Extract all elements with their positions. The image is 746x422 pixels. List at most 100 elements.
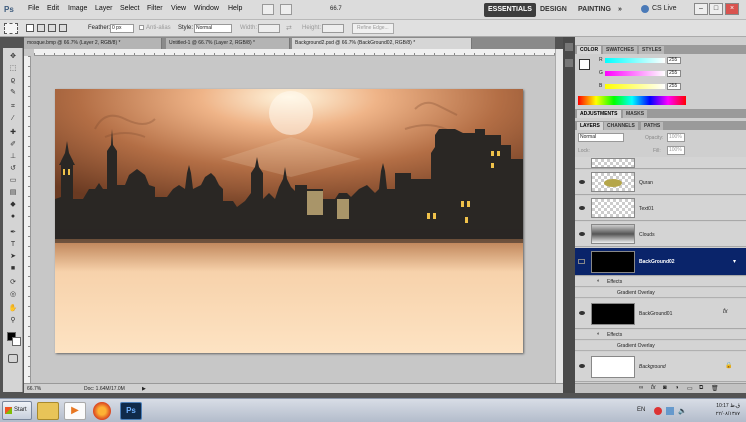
status-zoom[interactable]: 66.7%	[27, 386, 41, 392]
move-tool-icon[interactable]: ✥	[7, 52, 19, 62]
minimize-icon[interactable]: –	[694, 3, 708, 15]
effects-row[interactable]: ◐ Effects	[575, 277, 746, 287]
tab-masks[interactable]: MASKS	[623, 110, 648, 118]
hand-tool-icon[interactable]: ✋	[7, 304, 19, 314]
new-group-icon[interactable]: ▭	[687, 385, 693, 392]
height-input[interactable]	[322, 24, 344, 33]
quick-select-tool-icon[interactable]: ✎	[7, 88, 19, 98]
eye-icon[interactable]	[579, 206, 585, 210]
quick-mask-icon[interactable]	[8, 354, 18, 363]
layer-row-quran[interactable]: Quran	[575, 170, 746, 195]
tab-background2[interactable]: Background2.psd @ 66.7% (BackGround02, R…	[292, 38, 472, 49]
panel-icon[interactable]	[565, 43, 573, 51]
3d-orbit-tool-icon[interactable]: ◎	[7, 290, 19, 300]
delete-layer-icon[interactable]: 🗑	[711, 385, 719, 392]
add-style-icon[interactable]: fx	[651, 385, 656, 391]
workspace-more[interactable]: »	[614, 3, 626, 17]
menu-select[interactable]: Select	[120, 5, 139, 12]
tab-channels[interactable]: CHANNELS	[604, 122, 638, 130]
bridge-icon[interactable]	[262, 4, 274, 15]
refine-edge-button[interactable]: Refine Edge...	[352, 23, 394, 34]
r-value[interactable]: 255	[667, 57, 681, 64]
tab-swatches[interactable]: SWATCHES	[603, 46, 637, 54]
workspace-essentials[interactable]: ESSENTIALS	[484, 3, 536, 17]
gradient-overlay-row[interactable]: Gradient Overlay	[575, 341, 746, 351]
panel-icon[interactable]	[565, 59, 573, 67]
eye-icon[interactable]	[579, 180, 585, 184]
zoom-tool-icon[interactable]: ⚲	[7, 316, 19, 326]
eraser-tool-icon[interactable]: ▭	[7, 176, 19, 186]
width-input[interactable]	[258, 24, 280, 33]
effects-row[interactable]: ◐ Effects	[575, 330, 746, 340]
antialias-checkbox[interactable]	[139, 25, 144, 30]
fx-icon[interactable]: fx	[723, 309, 728, 315]
vertical-ruler[interactable]	[24, 56, 31, 383]
tray-volume-icon[interactable]: 🔈	[678, 407, 687, 415]
gradient-overlay-row[interactable]: Gradient Overlay	[575, 288, 746, 298]
shape-tool-icon[interactable]: ■	[7, 264, 19, 274]
workspace-design[interactable]: DESIGN	[536, 3, 571, 17]
swap-dimensions-icon[interactable]: ⇄	[286, 24, 292, 32]
add-selection-icon[interactable]	[37, 24, 45, 32]
3d-rotate-tool-icon[interactable]: ⟳	[7, 278, 19, 288]
photoshop-taskbar-icon[interactable]: Ps	[120, 402, 142, 420]
minibridge-icon[interactable]	[280, 4, 292, 15]
effects-fx-icon[interactable]: ▾	[733, 258, 736, 265]
tab-adjustments[interactable]: ADJUSTMENTS	[577, 110, 621, 118]
opacity-input[interactable]: 100%	[667, 133, 685, 142]
marquee-tool-icon[interactable]: ⬚	[7, 64, 19, 74]
g-value[interactable]: 255	[667, 70, 681, 77]
layer-row-background01[interactable]: BackGround01 fx	[575, 299, 746, 329]
horizontal-ruler[interactable]	[34, 49, 555, 56]
add-mask-icon[interactable]: ◙	[663, 385, 667, 391]
blur-tool-icon[interactable]: ◆	[7, 200, 19, 210]
menu-view[interactable]: View	[171, 5, 186, 12]
color-ramp[interactable]	[578, 96, 686, 105]
menu-help[interactable]: Help	[228, 5, 242, 12]
workspace-painting[interactable]: PAINTING	[574, 3, 615, 17]
eyedropper-tool-icon[interactable]: ⁄	[7, 114, 19, 124]
gradient-tool-icon[interactable]: ▤	[7, 188, 19, 198]
tab-mosque[interactable]: mosque.bmp @ 66.7% (Layer 2, RGB/8) *	[24, 38, 162, 49]
link-layers-icon[interactable]: ∞	[639, 385, 643, 391]
feather-input[interactable]: 0 px	[110, 24, 134, 33]
language-indicator[interactable]: EN	[637, 407, 645, 413]
eye-hidden-icon[interactable]	[578, 259, 585, 264]
r-slider[interactable]	[605, 58, 665, 63]
menu-edit[interactable]: Edit	[47, 5, 59, 12]
new-selection-icon[interactable]	[26, 24, 34, 32]
intersect-selection-icon[interactable]	[59, 24, 67, 32]
stamp-tool-icon[interactable]: ⊥	[7, 152, 19, 162]
new-layer-icon[interactable]: ⧉	[699, 385, 703, 392]
tray-clock[interactable]: 10:17 ق.ظ ۲۲/۰۸/۱۳۸۷	[716, 402, 740, 418]
start-button[interactable]: Start	[2, 401, 32, 420]
fill-input[interactable]: 100%	[667, 146, 685, 155]
menu-window[interactable]: Window	[194, 5, 219, 12]
b-slider[interactable]	[605, 84, 665, 89]
menu-layer[interactable]: Layer	[95, 5, 113, 12]
menu-image[interactable]: Image	[68, 5, 87, 12]
status-menu-arrow-icon[interactable]: ▶	[142, 386, 146, 392]
history-brush-icon[interactable]: ↺	[7, 164, 19, 174]
b-value[interactable]: 255	[667, 83, 681, 90]
tab-color[interactable]: COLOR	[577, 46, 602, 54]
pen-tool-icon[interactable]: ✒	[7, 228, 19, 238]
layer-row-clouds[interactable]: Clouds	[575, 222, 746, 247]
healing-tool-icon[interactable]: ✚	[7, 128, 19, 138]
layer-row[interactable]	[575, 157, 746, 169]
lasso-tool-icon[interactable]: ϱ	[7, 76, 19, 86]
eye-icon[interactable]	[579, 364, 585, 368]
zoom-level-box[interactable]: 66.7	[330, 6, 342, 12]
subtract-selection-icon[interactable]	[48, 24, 56, 32]
eye-icon[interactable]	[579, 311, 585, 315]
layer-row-background02[interactable]: BackGround02 ▾	[575, 248, 746, 276]
cs-live-button[interactable]: CS Live	[652, 5, 677, 12]
adjustment-layer-icon[interactable]: ◑	[675, 385, 679, 391]
close-icon[interactable]: ×	[725, 3, 739, 15]
menu-filter[interactable]: Filter	[147, 5, 163, 12]
path-select-tool-icon[interactable]: ➤	[7, 252, 19, 262]
tab-styles[interactable]: STYLES	[639, 46, 665, 54]
marquee-tool-preset-icon[interactable]	[4, 23, 18, 34]
vertical-scrollbar[interactable]	[555, 49, 563, 383]
blend-mode-select[interactable]: Normal	[578, 133, 624, 142]
